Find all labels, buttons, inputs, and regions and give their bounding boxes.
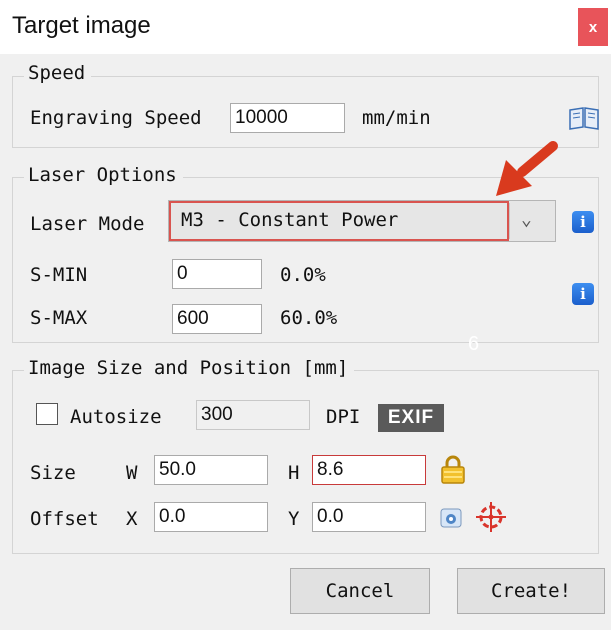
autosize-label[interactable]: Autosize bbox=[70, 406, 162, 428]
window-title: Target image bbox=[12, 12, 151, 39]
image-size-group bbox=[12, 370, 599, 554]
offset-label: Offset bbox=[30, 508, 99, 530]
smax-input[interactable]: 600 bbox=[172, 304, 262, 334]
laser-mode-label: Laser Mode bbox=[30, 213, 145, 235]
chevron-down-icon[interactable]: ⌄ bbox=[521, 209, 532, 230]
height-label: H bbox=[288, 462, 300, 484]
width-input[interactable]: 50.0 bbox=[154, 455, 268, 485]
close-button[interactable]: x bbox=[578, 8, 608, 46]
autosize-checkbox[interactable] bbox=[36, 403, 58, 425]
title-bar: Target image x bbox=[0, 0, 611, 54]
width-label: W bbox=[126, 462, 138, 484]
smax-label: S-MAX bbox=[30, 307, 88, 329]
cancel-button[interactable]: Cancel bbox=[290, 568, 430, 614]
laser-options-group-title: Laser Options bbox=[24, 164, 183, 186]
dpi-label: DPI bbox=[326, 406, 361, 428]
create-button[interactable]: Create! bbox=[457, 568, 605, 614]
height-input[interactable]: 8.6 bbox=[312, 455, 426, 485]
offset-x-input[interactable]: 0.0 bbox=[154, 502, 268, 532]
center-icon[interactable] bbox=[440, 506, 464, 530]
smin-label: S-MIN bbox=[30, 264, 88, 286]
exif-button[interactable]: EXIF bbox=[378, 404, 444, 432]
smin-smax-info-icon[interactable]: i bbox=[572, 283, 594, 305]
smin-percent: 0.0% bbox=[280, 264, 326, 286]
dpi-input: 300 bbox=[196, 400, 310, 430]
speed-group-title: Speed bbox=[24, 62, 92, 84]
x-label: X bbox=[126, 508, 138, 530]
laser-mode-select[interactable]: M3 - Constant Power ⌄ bbox=[168, 200, 556, 242]
speed-unit-label: mm/min bbox=[362, 107, 431, 129]
laser-mode-value: M3 - Constant Power bbox=[169, 201, 509, 241]
offset-y-input[interactable]: 0.0 bbox=[312, 502, 426, 532]
engraving-speed-label: Engraving Speed bbox=[30, 107, 202, 129]
y-label: Y bbox=[288, 508, 300, 530]
engraving-speed-input[interactable]: 10000 bbox=[230, 103, 345, 133]
laser-mode-info-icon[interactable]: i bbox=[572, 211, 594, 233]
size-label: Size bbox=[30, 462, 76, 484]
image-size-group-title: Image Size and Position [mm] bbox=[24, 357, 355, 379]
smax-percent: 60.0% bbox=[280, 307, 338, 329]
smin-input[interactable]: 0 bbox=[172, 259, 262, 289]
book-icon[interactable] bbox=[568, 106, 600, 130]
lock-icon[interactable] bbox=[440, 454, 466, 484]
crosshair-icon[interactable] bbox=[474, 500, 508, 534]
overlay-number: 6 bbox=[468, 333, 480, 355]
dropdown-separator bbox=[509, 203, 510, 239]
